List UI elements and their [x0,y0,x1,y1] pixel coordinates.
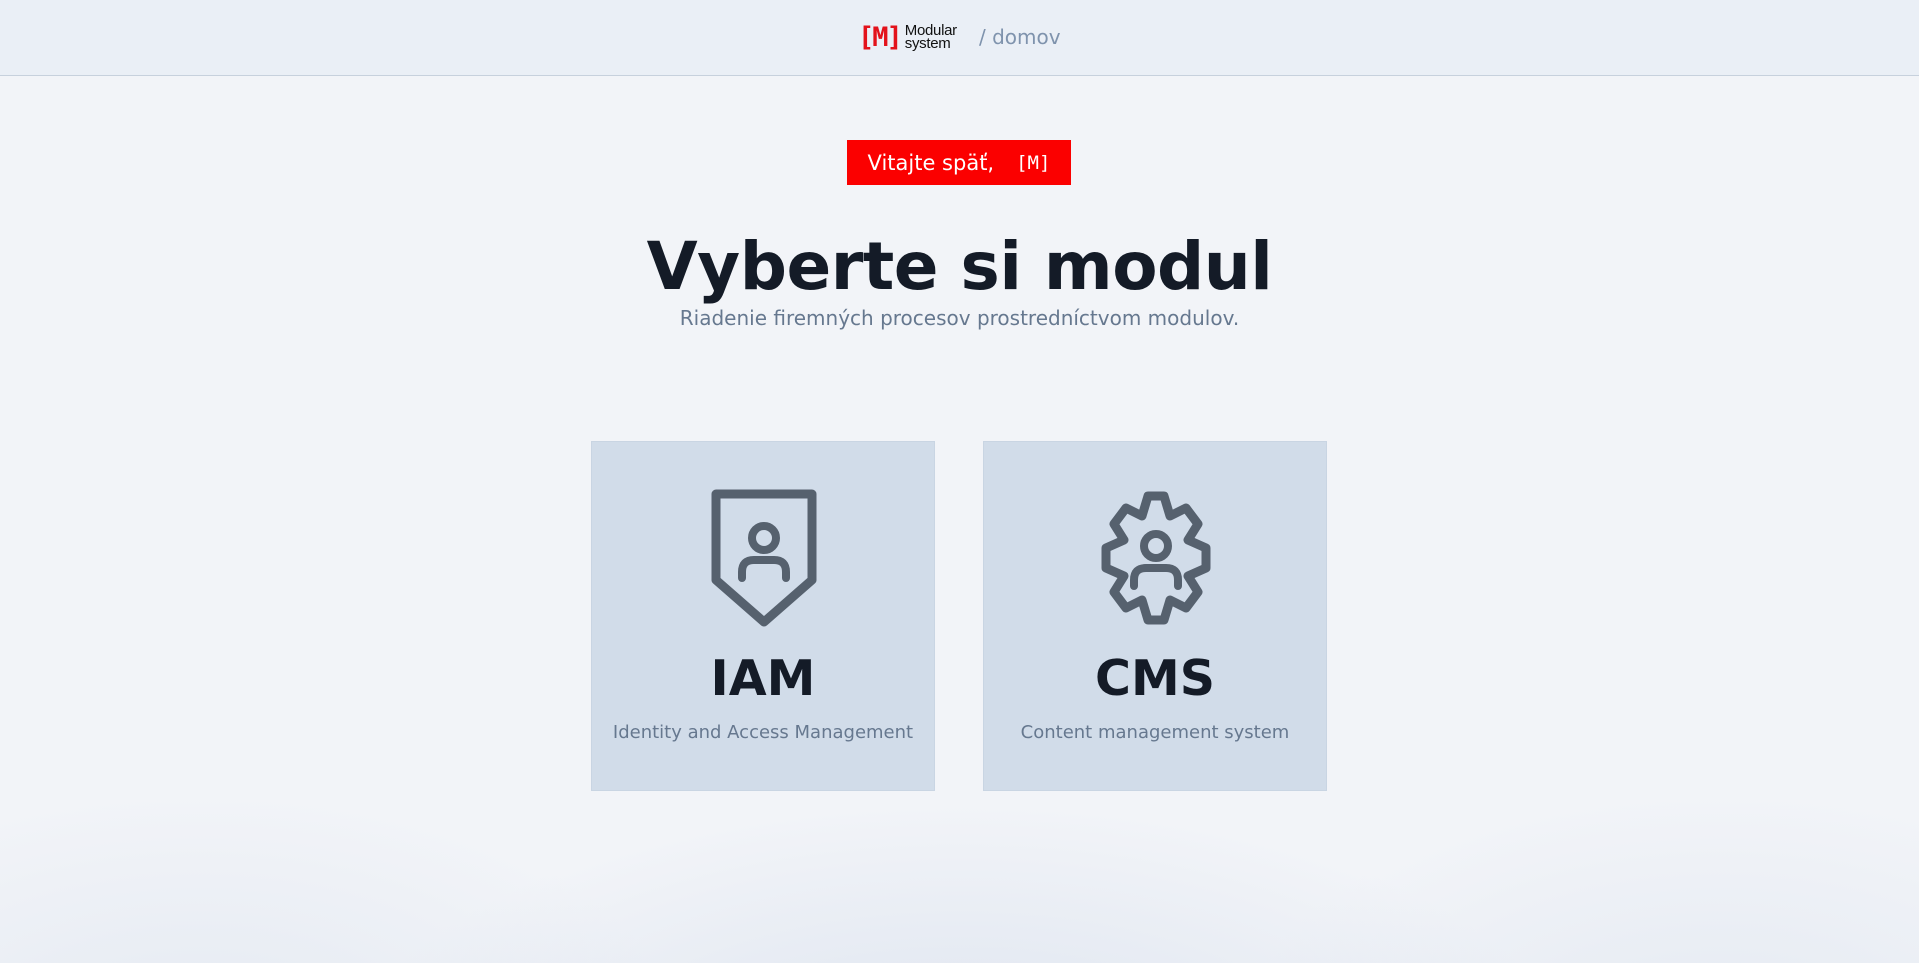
breadcrumb: / domov [979,25,1061,49]
module-card-cms[interactable]: CMS Content management system [983,441,1327,791]
module-description: Content management system [1020,722,1290,743]
breadcrumb-current[interactable]: domov [992,25,1061,49]
module-card-iam[interactable]: IAM Identity and Access Management [591,441,935,791]
background-glow [0,76,1919,963]
module-name: CMS [1094,650,1215,707]
shield-user-icon [704,488,824,628]
welcome-text: Vitajte späť, [867,150,995,175]
gear-user-icon [1096,488,1216,628]
page-subtitle: Riadenie firemných procesov prostredníct… [679,306,1240,330]
welcome-user: [M] [1016,151,1051,174]
page-title: Vyberte si modul [646,228,1273,305]
logo[interactable]: [M] Modular system [858,20,957,54]
logo-text-line2: system [904,35,951,52]
logo-mark: [M] [858,21,903,53]
top-bar: [M] Modular system / domov [0,0,1919,76]
welcome-badge: Vitajte späť, [M] [847,140,1071,185]
logo-text: Modular system [904,23,957,52]
module-description: Identity and Access Management [612,722,914,743]
module-name: IAM [710,650,816,707]
breadcrumb-separator: / [979,25,986,49]
